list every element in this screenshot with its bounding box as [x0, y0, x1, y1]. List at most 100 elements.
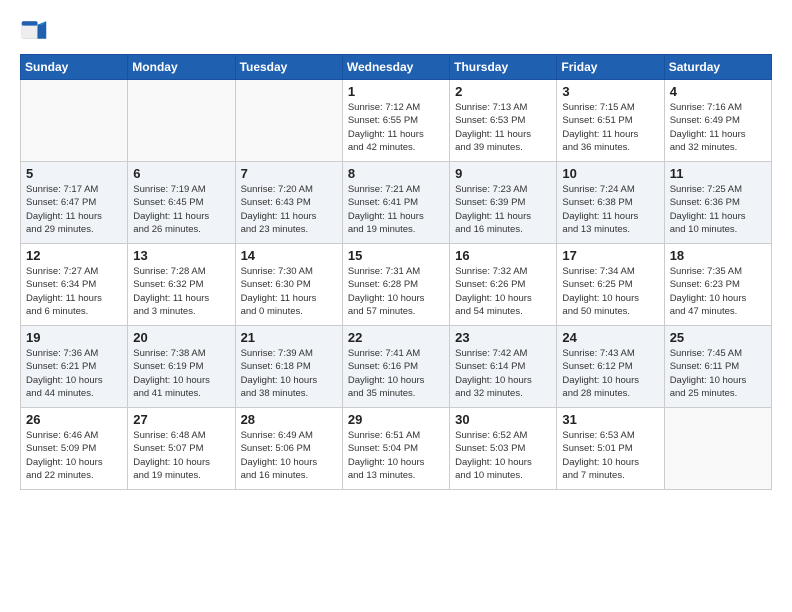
week-row-5: 26 Sunrise: 6:46 AM Sunset: 5:09 PM Dayli… — [21, 408, 772, 490]
day-number: 12 — [26, 248, 122, 263]
col-header-monday: Monday — [128, 55, 235, 80]
day-info: Sunrise: 6:46 AM Sunset: 5:09 PM Dayligh… — [26, 429, 122, 482]
day-number: 30 — [455, 412, 551, 427]
day-cell: 12 Sunrise: 7:27 AM Sunset: 6:34 PM Dayli… — [21, 244, 128, 326]
col-header-saturday: Saturday — [664, 55, 771, 80]
day-cell: 25Sunrise: 7:45 AM Sunset: 6:11 PM Dayli… — [664, 326, 771, 408]
day-cell: 30 Sunrise: 6:52 AM Sunset: 5:03 PM Dayli… — [450, 408, 557, 490]
day-cell: 26 Sunrise: 6:46 AM Sunset: 5:09 PM Dayli… — [21, 408, 128, 490]
logo — [20, 16, 52, 44]
col-header-sunday: Sunday — [21, 55, 128, 80]
day-info: Sunrise: 7:27 AM Sunset: 6:34 PM Dayligh… — [26, 265, 122, 318]
day-info: Sunrise: 7:12 AM Sunset: 6:55 PM Dayligh… — [348, 101, 444, 154]
day-cell: 18 Sunrise: 7:35 AM Sunset: 6:23 PM Dayli… — [664, 244, 771, 326]
day-number: 28 — [241, 412, 337, 427]
day-info: Sunrise: 7:43 AM Sunset: 6:12 PM Dayligh… — [562, 347, 658, 400]
day-info: Sunrise: 7:24 AM Sunset: 6:38 PM Dayligh… — [562, 183, 658, 236]
day-cell: 19 Sunrise: 7:36 AM Sunset: 6:21 PM Dayli… — [21, 326, 128, 408]
week-row-3: 12 Sunrise: 7:27 AM Sunset: 6:34 PM Dayli… — [21, 244, 772, 326]
day-cell: 3 Sunrise: 7:15 AM Sunset: 6:51 PM Daylig… — [557, 80, 664, 162]
day-info: Sunrise: 7:15 AM Sunset: 6:51 PM Dayligh… — [562, 101, 658, 154]
day-number: 16 — [455, 248, 551, 263]
day-info: Sunrise: 7:31 AM Sunset: 6:28 PM Dayligh… — [348, 265, 444, 318]
day-info: Sunrise: 7:21 AM Sunset: 6:41 PM Dayligh… — [348, 183, 444, 236]
day-number: 20 — [133, 330, 229, 345]
logo-icon — [20, 16, 48, 44]
col-header-tuesday: Tuesday — [235, 55, 342, 80]
col-header-friday: Friday — [557, 55, 664, 80]
calendar-header-row: SundayMondayTuesdayWednesdayThursdayFrid… — [21, 55, 772, 80]
day-number: 31 — [562, 412, 658, 427]
day-cell: 10 Sunrise: 7:24 AM Sunset: 6:38 PM Dayli… — [557, 162, 664, 244]
day-cell: 23Sunrise: 7:42 AM Sunset: 6:14 PM Dayli… — [450, 326, 557, 408]
week-row-2: 5 Sunrise: 7:17 AM Sunset: 6:47 PM Daylig… — [21, 162, 772, 244]
day-cell: 28 Sunrise: 6:49 AM Sunset: 5:06 PM Dayli… — [235, 408, 342, 490]
day-number: 19 — [26, 330, 122, 345]
day-number: 10 — [562, 166, 658, 181]
day-info: Sunrise: 7:41 AM Sunset: 6:16 PM Dayligh… — [348, 347, 444, 400]
day-info: Sunrise: 6:51 AM Sunset: 5:04 PM Dayligh… — [348, 429, 444, 482]
day-number: 15 — [348, 248, 444, 263]
day-number: 13 — [133, 248, 229, 263]
day-cell: 6 Sunrise: 7:19 AM Sunset: 6:45 PM Daylig… — [128, 162, 235, 244]
day-cell: 11 Sunrise: 7:25 AM Sunset: 6:36 PM Dayli… — [664, 162, 771, 244]
week-row-4: 19 Sunrise: 7:36 AM Sunset: 6:21 PM Dayli… — [21, 326, 772, 408]
day-number: 4 — [670, 84, 766, 99]
day-cell: 16 Sunrise: 7:32 AM Sunset: 6:26 PM Dayli… — [450, 244, 557, 326]
day-info: Sunrise: 7:36 AM Sunset: 6:21 PM Dayligh… — [26, 347, 122, 400]
day-number: 9 — [455, 166, 551, 181]
day-info: Sunrise: 6:52 AM Sunset: 5:03 PM Dayligh… — [455, 429, 551, 482]
day-cell: 8Sunrise: 7:21 AM Sunset: 6:41 PM Daylig… — [342, 162, 449, 244]
day-info: Sunrise: 7:32 AM Sunset: 6:26 PM Dayligh… — [455, 265, 551, 318]
day-number: 1 — [348, 84, 444, 99]
day-number: 21 — [241, 330, 337, 345]
day-info: Sunrise: 6:49 AM Sunset: 5:06 PM Dayligh… — [241, 429, 337, 482]
day-cell: 15 Sunrise: 7:31 AM Sunset: 6:28 PM Dayli… — [342, 244, 449, 326]
day-cell: 13Sunrise: 7:28 AM Sunset: 6:32 PM Dayli… — [128, 244, 235, 326]
day-info: Sunrise: 7:13 AM Sunset: 6:53 PM Dayligh… — [455, 101, 551, 154]
day-info: Sunrise: 6:53 AM Sunset: 5:01 PM Dayligh… — [562, 429, 658, 482]
day-number: 27 — [133, 412, 229, 427]
day-cell: 14Sunrise: 7:30 AM Sunset: 6:30 PM Dayli… — [235, 244, 342, 326]
day-number: 26 — [26, 412, 122, 427]
calendar-table: SundayMondayTuesdayWednesdayThursdayFrid… — [20, 54, 772, 490]
day-cell — [664, 408, 771, 490]
day-info: Sunrise: 7:20 AM Sunset: 6:43 PM Dayligh… — [241, 183, 337, 236]
day-cell — [235, 80, 342, 162]
day-cell: 5 Sunrise: 7:17 AM Sunset: 6:47 PM Daylig… — [21, 162, 128, 244]
day-info: Sunrise: 7:39 AM Sunset: 6:18 PM Dayligh… — [241, 347, 337, 400]
day-cell: 4Sunrise: 7:16 AM Sunset: 6:49 PM Daylig… — [664, 80, 771, 162]
day-number: 2 — [455, 84, 551, 99]
day-info: Sunrise: 7:35 AM Sunset: 6:23 PM Dayligh… — [670, 265, 766, 318]
day-cell: 31 Sunrise: 6:53 AM Sunset: 5:01 PM Dayli… — [557, 408, 664, 490]
day-number: 25 — [670, 330, 766, 345]
day-cell: 21 Sunrise: 7:39 AM Sunset: 6:18 PM Dayli… — [235, 326, 342, 408]
day-info: Sunrise: 7:23 AM Sunset: 6:39 PM Dayligh… — [455, 183, 551, 236]
day-number: 23 — [455, 330, 551, 345]
day-number: 11 — [670, 166, 766, 181]
day-info: Sunrise: 6:48 AM Sunset: 5:07 PM Dayligh… — [133, 429, 229, 482]
col-header-wednesday: Wednesday — [342, 55, 449, 80]
day-number: 24 — [562, 330, 658, 345]
day-number: 5 — [26, 166, 122, 181]
day-info: Sunrise: 7:34 AM Sunset: 6:25 PM Dayligh… — [562, 265, 658, 318]
day-cell: 24 Sunrise: 7:43 AM Sunset: 6:12 PM Dayli… — [557, 326, 664, 408]
day-number: 17 — [562, 248, 658, 263]
day-number: 6 — [133, 166, 229, 181]
page-header — [20, 16, 772, 44]
day-cell — [128, 80, 235, 162]
day-number: 18 — [670, 248, 766, 263]
day-cell: 17 Sunrise: 7:34 AM Sunset: 6:25 PM Dayli… — [557, 244, 664, 326]
day-cell: 1 Sunrise: 7:12 AM Sunset: 6:55 PM Daylig… — [342, 80, 449, 162]
day-info: Sunrise: 7:19 AM Sunset: 6:45 PM Dayligh… — [133, 183, 229, 236]
day-cell: 7 Sunrise: 7:20 AM Sunset: 6:43 PM Daylig… — [235, 162, 342, 244]
day-info: Sunrise: 7:17 AM Sunset: 6:47 PM Dayligh… — [26, 183, 122, 236]
day-cell: 22 Sunrise: 7:41 AM Sunset: 6:16 PM Dayli… — [342, 326, 449, 408]
day-number: 3 — [562, 84, 658, 99]
day-cell: 27 Sunrise: 6:48 AM Sunset: 5:07 PM Dayli… — [128, 408, 235, 490]
day-number: 29 — [348, 412, 444, 427]
day-info: Sunrise: 7:25 AM Sunset: 6:36 PM Dayligh… — [670, 183, 766, 236]
day-number: 7 — [241, 166, 337, 181]
day-number: 22 — [348, 330, 444, 345]
week-row-1: 1 Sunrise: 7:12 AM Sunset: 6:55 PM Daylig… — [21, 80, 772, 162]
